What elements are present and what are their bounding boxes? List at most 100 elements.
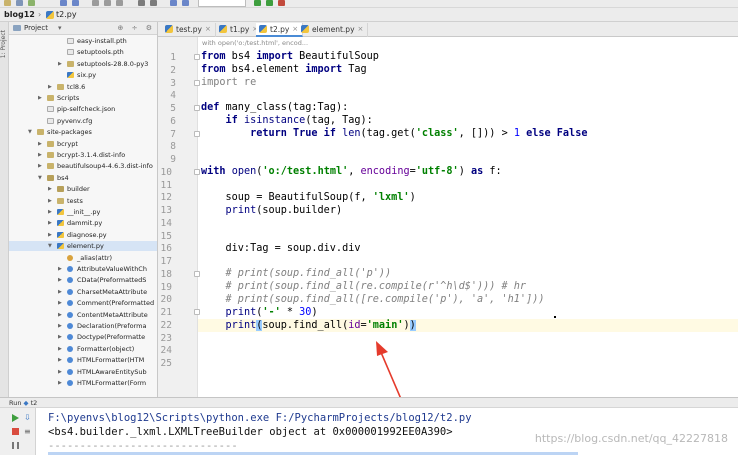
project-tree-item[interactable]: ▶ CharsetMetaAttribute (9, 287, 157, 297)
chevron-right-icon[interactable]: ▶ (48, 82, 52, 92)
project-tree-item[interactable]: ▶ HTMLFormatter(HTM (9, 355, 157, 365)
project-tree-item[interactable]: ▶ __init__.py (9, 207, 157, 217)
project-tree-item[interactable]: ▶ dammit.py (9, 218, 157, 228)
run-config-dropdown[interactable] (198, 0, 246, 7)
chevron-right-icon[interactable]: ▶ (58, 310, 62, 320)
run-icon[interactable] (254, 0, 261, 6)
project-tree-item[interactable]: ▶ Doctype(Preformatte (9, 332, 157, 342)
project-tree-item[interactable]: ▶ CData(PreformattedS (9, 275, 157, 285)
paste-icon[interactable] (116, 0, 123, 6)
chevron-right-icon[interactable]: ▶ (38, 139, 42, 149)
fold-marker[interactable] (194, 54, 200, 60)
project-tree-item[interactable]: ▼ element.py (9, 241, 157, 252)
chevron-down-icon[interactable]: ▼ (28, 127, 32, 137)
project-tree-item[interactable]: ▶ Formatter(object) (9, 344, 157, 354)
chevron-right-icon[interactable]: ▶ (38, 93, 42, 103)
find-icon[interactable] (138, 0, 145, 6)
rerun-icon[interactable] (12, 414, 19, 422)
project-tree-item[interactable]: ▶ Comment(Preformatted (9, 298, 157, 308)
close-icon[interactable]: × (358, 25, 364, 33)
close-icon[interactable]: × (205, 25, 211, 33)
tab-element-py[interactable]: element.py × (298, 23, 369, 37)
chevron-right-icon[interactable]: ▶ (48, 196, 52, 206)
chevron-right-icon[interactable]: ▶ (58, 298, 62, 308)
project-tree-item[interactable]: ▶ Scripts (9, 93, 157, 103)
project-tree-item[interactable]: ▶ beautifulsoup4-4.6.3.dist-info (9, 161, 157, 171)
project-tree-item[interactable]: six.py (9, 70, 157, 80)
pause-icon[interactable] (12, 442, 19, 449)
project-tool-window-button[interactable]: 1: Project (0, 30, 9, 58)
project-tree-item[interactable]: ▶ HTMLAwareEntitySub (9, 367, 157, 377)
chevron-right-icon[interactable]: ▶ (58, 275, 62, 285)
debug-icon[interactable] (266, 0, 273, 6)
fold-marker[interactable] (194, 80, 200, 86)
coverage-icon[interactable] (278, 0, 285, 6)
chevron-right-icon[interactable]: ▶ (58, 59, 62, 69)
redo-icon[interactable] (182, 0, 189, 6)
project-tree-item[interactable]: ▶ ContentMetaAttribute (9, 310, 157, 320)
chevron-right-icon[interactable]: ▶ (48, 230, 52, 240)
project-tree-item-label: HTMLFormatter(Form (77, 379, 147, 387)
fold-marker[interactable] (194, 309, 200, 315)
project-tree-item[interactable]: _alias(attr) (9, 253, 157, 263)
project-tree-item[interactable]: ▶ bcrypt-3.1.4.dist-info (9, 150, 157, 160)
panel-actions[interactable]: ⊕ ÷ ⚙ (118, 24, 155, 32)
project-tree-item[interactable]: ▶ HTMLFormatter(Form (9, 378, 157, 388)
fold-marker[interactable] (194, 131, 200, 137)
scroll-down-icon[interactable]: ⇩ (24, 414, 31, 422)
breadcrumb-file[interactable]: t2.py (46, 10, 77, 19)
project-tree-item[interactable]: ▶ tests (9, 196, 157, 206)
chevron-right-icon[interactable]: ▶ (58, 264, 62, 274)
copy-icon[interactable] (104, 0, 111, 6)
folder-icon (47, 95, 54, 101)
sync-icon[interactable] (28, 0, 35, 6)
cut-icon[interactable] (92, 0, 99, 6)
project-tree-item[interactable]: ▼ bs4 (9, 173, 157, 183)
back-icon[interactable] (60, 0, 67, 6)
replace-icon[interactable] (150, 0, 157, 6)
chevron-down-icon[interactable]: ▼ (48, 241, 52, 251)
tab-test-py[interactable]: test.py × (162, 23, 216, 37)
fold-marker[interactable] (194, 105, 200, 111)
chevron-right-icon[interactable]: ▶ (38, 161, 42, 171)
save-icon[interactable] (16, 0, 23, 6)
soft-wrap-icon[interactable]: ≡ (24, 428, 31, 436)
chevron-down-icon[interactable]: ▼ (38, 173, 42, 183)
chevron-right-icon[interactable]: ▶ (58, 355, 62, 365)
project-tree-item[interactable]: setuptools.pth (9, 47, 157, 57)
project-tree-item[interactable]: ▶ AttributeValueWithCh (9, 264, 157, 274)
fold-marker[interactable] (194, 169, 200, 175)
project-tree-item[interactable]: pip-selfcheck.json (9, 104, 157, 114)
project-tree-item[interactable]: ▶ setuptools-28.8.0-py3 (9, 59, 157, 69)
forward-icon[interactable] (72, 0, 79, 6)
chevron-right-icon[interactable]: ▶ (58, 378, 62, 388)
project-tree-item[interactable]: ▶ Declaration(Preforma (9, 321, 157, 331)
project-view-selector[interactable]: Project (24, 24, 48, 32)
breadcrumb-project[interactable]: blog12 (4, 10, 35, 19)
chevron-right-icon[interactable]: ▶ (58, 344, 62, 354)
chevron-down-icon[interactable]: ▾ (58, 24, 62, 32)
project-tree-item[interactable]: ▶ builder (9, 184, 157, 194)
tab-t2-py[interactable]: t2.py × (256, 23, 304, 37)
chevron-right-icon[interactable]: ▶ (48, 207, 52, 217)
project-tree-item[interactable]: pyvenv.cfg (9, 116, 157, 126)
stop-icon[interactable] (12, 428, 19, 435)
undo-icon[interactable] (170, 0, 177, 6)
project-tree-item[interactable]: easy-install.pth (9, 36, 157, 46)
project-tree-item[interactable]: ▶ tcl8.6 (9, 82, 157, 92)
chevron-right-icon[interactable]: ▶ (38, 150, 42, 160)
run-panel-title: Run ◆ t2 (9, 399, 38, 407)
chevron-right-icon[interactable]: ▶ (58, 367, 62, 377)
chevron-right-icon[interactable]: ▶ (48, 184, 52, 194)
chevron-right-icon[interactable]: ▶ (58, 287, 62, 297)
fold-marker[interactable] (194, 271, 200, 277)
project-tree-item[interactable]: ▼ site-packages (9, 127, 157, 137)
project-tree-item[interactable]: ▶ diagnose.py (9, 230, 157, 240)
chevron-right-icon[interactable]: ▶ (48, 218, 52, 228)
code-editor[interactable]: with open('o:/test.html', encod... 12345… (158, 37, 738, 397)
open-icon[interactable] (4, 0, 11, 6)
code-line-13: print(soup.builder) (225, 205, 343, 216)
chevron-right-icon[interactable]: ▶ (58, 321, 62, 331)
chevron-right-icon[interactable]: ▶ (58, 332, 62, 342)
project-tree-item[interactable]: ▶ bcrypt (9, 139, 157, 149)
